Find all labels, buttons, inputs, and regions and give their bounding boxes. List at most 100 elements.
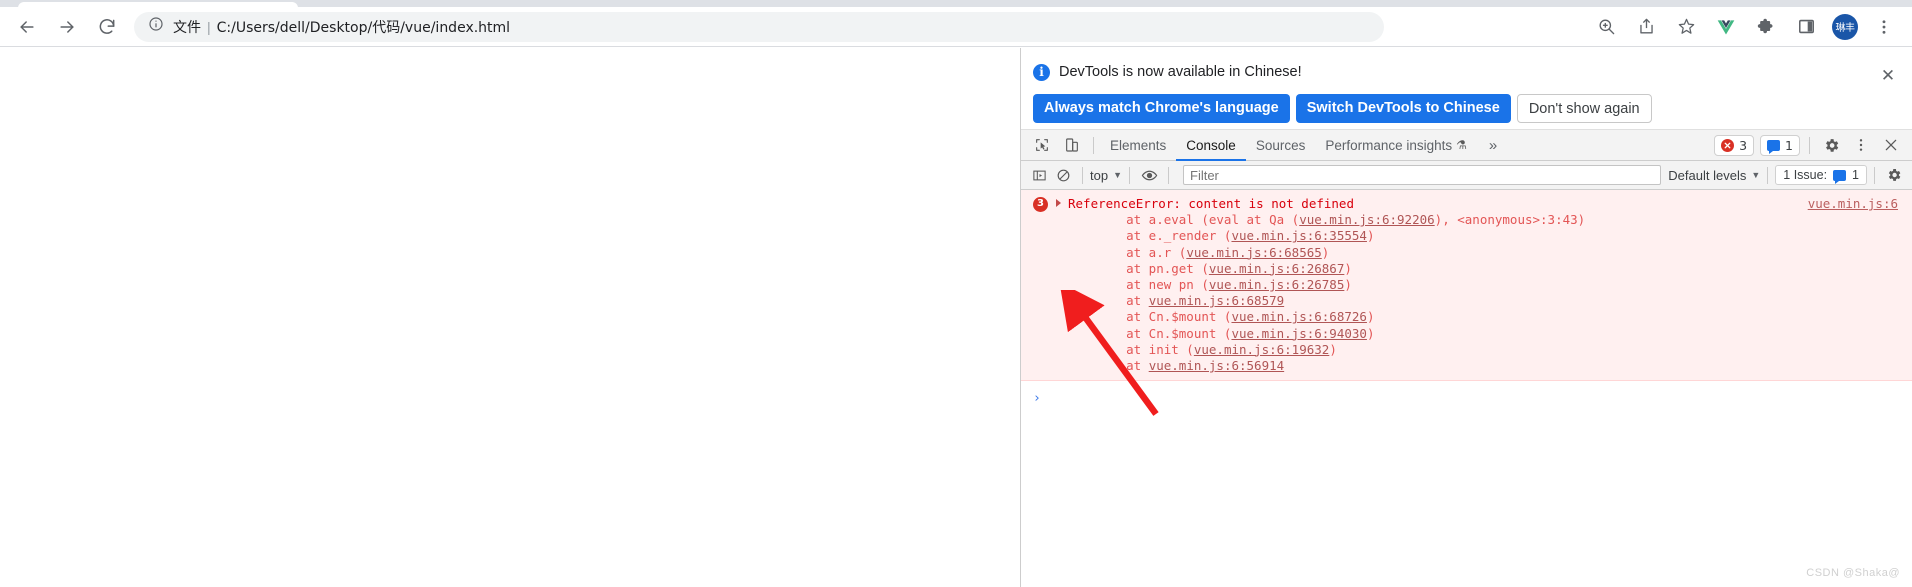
stack-frame: at vue.min.js:6:68579 [1021, 293, 1912, 309]
console-settings-gear-icon[interactable] [1882, 163, 1906, 187]
chevron-down-icon: ▼ [1113, 170, 1122, 180]
stack-frame: at new pn (vue.min.js:6:26785) [1021, 277, 1912, 293]
stack-frame: at Cn.$mount (vue.min.js:6:94030) [1021, 326, 1912, 342]
live-expression-eye-icon[interactable] [1137, 163, 1161, 187]
tab-elements[interactable]: Elements [1100, 130, 1176, 161]
back-button[interactable] [10, 10, 44, 44]
share-icon[interactable] [1629, 10, 1663, 44]
clear-console-icon[interactable] [1051, 163, 1075, 187]
prompt-caret-icon: › [1033, 390, 1041, 406]
console-sidebar-icon[interactable] [1027, 163, 1051, 187]
stack-frame-source-link[interactable]: vue.min.js:6:26867 [1209, 261, 1344, 276]
error-title: ReferenceError: content is not defined [1068, 196, 1354, 211]
forward-button[interactable] [50, 10, 84, 44]
stack-frame-text: at a.r ( [1096, 244, 1187, 260]
stack-frame-text: ) [1321, 244, 1330, 260]
issues-label: 1 Issue: [1783, 168, 1828, 182]
chevron-down-icon: ▼ [1751, 170, 1761, 180]
error-count-badge[interactable]: 3 [1714, 134, 1755, 156]
inspect-element-icon[interactable] [1029, 132, 1055, 158]
reload-icon [97, 17, 117, 37]
stack-frame-text: ) [1344, 277, 1352, 293]
issues-button[interactable]: 1 Issue: 1 [1775, 165, 1867, 185]
stack-frame-text: ) [1366, 228, 1375, 244]
divider [1767, 166, 1769, 184]
stack-frame-source-link[interactable]: vue.min.js:6:35554 [1231, 228, 1366, 243]
stack-frame-source-link[interactable]: vue.min.js:6:56914 [1149, 358, 1284, 373]
stack-frame-source-link[interactable]: vue.min.js:6:19632 [1194, 342, 1329, 357]
stack-frame-source-link[interactable]: vue.min.js:6:68579 [1149, 293, 1284, 308]
devtools-tabbar-actions: 3 1 [1711, 132, 1910, 158]
browser-toolbar-actions: 琳丰 [1586, 7, 1912, 47]
console-filter-input[interactable] [1183, 165, 1662, 185]
console-error-message[interactable]: 3 ReferenceError: content is not defined… [1021, 190, 1912, 382]
close-devtools-icon[interactable] [1878, 132, 1904, 158]
error-count: 3 [1739, 137, 1748, 153]
log-levels-label: Default levels [1668, 167, 1747, 183]
execution-context-selector[interactable]: top ▼ [1090, 168, 1122, 183]
stack-frame-text: at Cn.$mount ( [1096, 325, 1232, 341]
tab-sources[interactable]: Sources [1246, 130, 1316, 161]
tab-performance-insights[interactable]: Performance insights ⚗ [1315, 130, 1477, 161]
log-levels-selector[interactable]: Default levels ▼ [1668, 168, 1760, 183]
stack-frame-text: ) [1366, 309, 1375, 325]
side-panel-icon[interactable] [1789, 10, 1823, 44]
three-dot-menu-icon[interactable] [1867, 10, 1901, 44]
divider [1168, 166, 1169, 184]
puzzle-piece-icon[interactable] [1749, 10, 1783, 44]
switch-devtools-to-chinese-button[interactable]: Switch DevTools to Chinese [1295, 94, 1511, 123]
divider [1082, 166, 1083, 184]
reload-button[interactable] [90, 10, 124, 44]
message-bubble-icon [1833, 169, 1847, 184]
issues-count: 1 [1852, 168, 1859, 182]
stack-frame-text: ) [1344, 260, 1352, 276]
stack-frame-text: ) [1366, 325, 1375, 341]
message-count-badge[interactable]: 1 [1760, 134, 1800, 156]
arrow-left-icon [17, 17, 37, 37]
stack-frame-source-link[interactable]: vue.min.js:6:94030 [1231, 326, 1366, 341]
avatar[interactable]: 琳丰 [1832, 13, 1858, 40]
error-count-badge-inline: 3 [1033, 197, 1048, 212]
tab-performance-insights-label: Performance insights [1325, 137, 1453, 153]
always-match-chrome-language-button[interactable]: Always match Chrome's language [1033, 94, 1290, 123]
gear-icon[interactable] [1818, 132, 1844, 158]
address-bar[interactable]: 文件 | C:/Users/dell/Desktop/代码/vue/index.… [134, 11, 1384, 42]
divider [1093, 136, 1094, 154]
zoom-in-icon[interactable] [1589, 10, 1623, 44]
console-prompt[interactable]: › [1021, 387, 1912, 409]
devtools-tabbar: Elements Console Sources Performance ins… [1021, 130, 1912, 161]
stack-frame-text: at e._render ( [1096, 228, 1232, 244]
close-icon[interactable]: ✕ [1878, 66, 1898, 86]
error-source-link[interactable]: vue.min.js:6 [1808, 196, 1898, 212]
dont-show-again-button[interactable]: Don't show again [1516, 94, 1652, 123]
stack-frame: at Cn.$mount (vue.min.js:6:68726) [1021, 309, 1912, 325]
more-tabs-chevron-icon[interactable]: » [1477, 137, 1509, 154]
stack-frame-text: at pn.get ( [1096, 260, 1209, 276]
info-circle-icon[interactable] [148, 16, 164, 37]
stack-frame-source-link[interactable]: vue.min.js:6:26785 [1209, 277, 1344, 292]
bookmark-star-icon[interactable] [1669, 10, 1703, 44]
stack-frame-text: at [1096, 293, 1149, 309]
stack-frame-source-link[interactable]: vue.min.js:6:68726 [1231, 309, 1366, 324]
url-scheme-label: 文件 [173, 19, 201, 36]
expand-triangle-icon[interactable] [1056, 199, 1061, 207]
tab-console[interactable]: Console [1176, 130, 1246, 161]
info-icon: i [1033, 63, 1050, 81]
divider [1809, 136, 1810, 154]
device-toolbar-icon[interactable] [1059, 132, 1085, 158]
stack-frame-text: at [1096, 358, 1149, 374]
devtools-more-menu-icon[interactable] [1848, 132, 1874, 158]
banner-message: DevTools is now available in Chinese! [1059, 64, 1302, 80]
console-toolbar: top ▼ Default levels ▼ 1 Issue: 1 [1021, 161, 1912, 190]
browser-toolbar: 文件 | C:/Users/dell/Desktop/代码/vue/index.… [0, 7, 1912, 47]
stack-frame: at vue.min.js:6:56914 [1021, 358, 1912, 374]
vue-extension-icon[interactable] [1709, 10, 1743, 44]
divider [1129, 166, 1130, 184]
watermark-text: CSDN @Shaka@ [1806, 567, 1900, 579]
stack-frame-text: ) [1329, 341, 1337, 357]
stack-frame-source-link[interactable]: vue.min.js:6:92206 [1299, 212, 1434, 227]
message-bubble-icon [1767, 139, 1781, 154]
stack-frame: at a.r (vue.min.js:6:68565) [1021, 245, 1912, 261]
stack-frame-source-link[interactable]: vue.min.js:6:68565 [1186, 245, 1321, 260]
stack-frame: at a.eval (eval at Qa (vue.min.js:6:9220… [1021, 212, 1912, 228]
